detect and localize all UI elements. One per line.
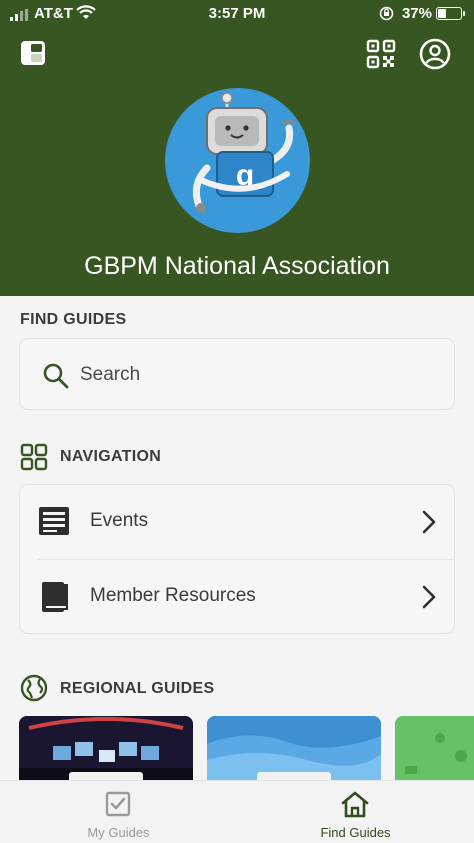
robot-mascot-icon: g [192, 92, 297, 213]
grid-icon [20, 443, 48, 471]
chevron-right-icon [422, 510, 436, 534]
qr-code-icon[interactable] [366, 39, 396, 69]
nav-item-label: Member Resources [90, 585, 256, 606]
events-list-icon [39, 507, 69, 535]
battery-percent: 37% [401, 5, 432, 22]
nav-item-events[interactable]: Events [20, 485, 454, 560]
account-icon[interactable] [419, 38, 451, 70]
layout-panels-icon[interactable] [20, 40, 46, 66]
home-icon [341, 791, 369, 818]
organization-logo: g [165, 88, 310, 233]
navigation-card: Events Member Resources [19, 484, 455, 634]
search-input[interactable]: Search [19, 338, 455, 410]
globe-icon [20, 674, 48, 702]
tab-my-guides[interactable]: My Guides [0, 781, 237, 843]
book-icon [42, 582, 68, 612]
find-guides-heading: FIND GUIDES [20, 311, 127, 328]
regional-guide-card-1[interactable] [19, 716, 193, 786]
tab-bar: My Guides Find Guides [0, 780, 474, 843]
search-icon [43, 363, 69, 389]
regional-guide-card-2[interactable] [207, 716, 381, 786]
nav-item-member-resources[interactable]: Member Resources [20, 560, 454, 634]
orientation-lock-icon [379, 6, 394, 21]
tab-label: My Guides [87, 825, 150, 840]
header: AT&T 3:57 PM 37% g GBPM National Associa… [0, 0, 474, 296]
tab-find-guides[interactable]: Find Guides [237, 781, 474, 843]
event-stage-image [19, 716, 193, 786]
waves-image [207, 716, 381, 786]
navigation-heading: NAVIGATION [60, 448, 162, 465]
regional-guide-card-3[interactable] [395, 716, 474, 786]
status-bar: AT&T 3:57 PM 37% [0, 0, 474, 28]
search-placeholder: Search [80, 364, 141, 385]
organization-name: GBPM National Association [84, 252, 390, 280]
tab-label: Find Guides [320, 825, 391, 840]
checkbox-icon [105, 791, 131, 817]
nav-item-label: Events [90, 510, 149, 531]
battery-icon [436, 7, 465, 20]
regional-guides-heading: REGIONAL GUIDES [60, 680, 215, 697]
chevron-right-icon [422, 585, 436, 609]
green-pattern-image [395, 716, 474, 786]
